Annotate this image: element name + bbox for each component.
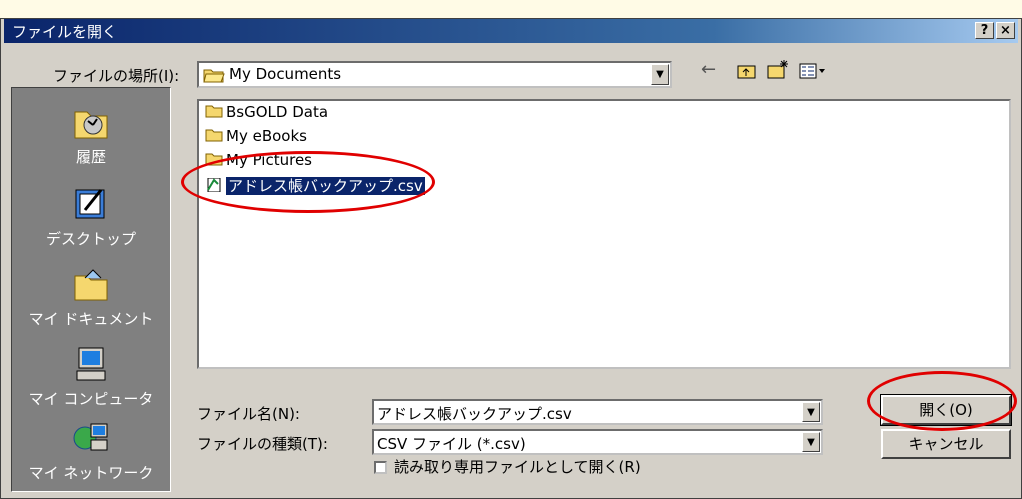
open-button[interactable]: 開く(O) <box>880 394 1012 426</box>
file-name: My Pictures <box>226 151 312 169</box>
place-my-documents-label: マイ ドキュメント <box>28 310 154 328</box>
place-my-computer[interactable]: マイ コンピュータ <box>12 344 170 409</box>
list-item[interactable]: BsGOLD Data <box>205 103 328 123</box>
chevron-down-icon[interactable]: ▼ <box>802 402 820 422</box>
file-name: BsGOLD Data <box>226 103 329 121</box>
chevron-down-icon[interactable]: ▼ <box>651 64 669 85</box>
my-network-icon <box>73 423 108 451</box>
open-file-dialog: ファイルを開く ? × ファイルの場所(I): My Documents ▼ ← <box>0 18 1022 499</box>
readonly-label: 読み取り専用ファイルとして開く(R) <box>394 458 641 476</box>
views-menu-icon[interactable] <box>799 63 827 80</box>
history-icon <box>74 111 108 139</box>
place-my-network-label: マイ ネットワーク <box>28 464 154 482</box>
place-my-computer-label: マイ コンピュータ <box>28 390 154 408</box>
place-my-network[interactable]: マイ ネットワーク <box>12 418 170 483</box>
filetype-label: ファイルの種類(T): <box>197 435 328 453</box>
filetype-select[interactable]: CSV ファイル (*.csv) ▼ <box>372 429 823 455</box>
folder-up-icon[interactable] <box>737 63 757 80</box>
background-strip <box>0 0 1022 18</box>
folder-icon <box>205 153 223 166</box>
chevron-down-icon[interactable]: ▼ <box>802 432 820 452</box>
place-history[interactable]: 履歴 <box>12 102 170 167</box>
lookin-label: ファイルの場所(I): <box>53 67 180 85</box>
lookin-combobox[interactable]: My Documents ▼ <box>197 61 672 88</box>
csv-file-icon <box>207 178 221 192</box>
folder-icon <box>205 105 223 118</box>
desktop-icon <box>75 189 105 219</box>
places-bar: 履歴 デスクトップ マイ ドキュメント マイ コンピュータ マイ ネットワーク <box>11 87 171 492</box>
list-item[interactable]: My eBooks <box>205 127 307 147</box>
file-name: アドレス帳バックアップ.csv <box>226 177 425 195</box>
window-title: ファイルを開く <box>12 23 118 41</box>
title-bar: ファイルを開く ? × <box>4 19 1018 43</box>
file-list[interactable]: BsGOLD Data My eBooks My Pictures アドレス帳バ… <box>197 99 1011 369</box>
close-button[interactable]: × <box>996 22 1015 39</box>
folder-icon <box>205 129 223 142</box>
filename-value: アドレス帳バックアップ.csv <box>377 405 572 423</box>
filename-input[interactable]: アドレス帳バックアップ.csv ▼ <box>372 399 823 425</box>
cancel-button[interactable]: キャンセル <box>881 429 1011 459</box>
file-name: My eBooks <box>226 127 307 145</box>
place-desktop[interactable]: デスクトップ <box>12 184 170 249</box>
place-my-documents[interactable]: マイ ドキュメント <box>12 264 170 329</box>
open-folder-icon <box>203 69 225 83</box>
list-item[interactable]: My Pictures <box>205 151 312 171</box>
filetype-value: CSV ファイル (*.csv) <box>377 435 526 453</box>
place-history-label: 履歴 <box>75 148 106 166</box>
filename-label: ファイル名(N): <box>197 405 300 423</box>
help-button[interactable]: ? <box>975 22 994 39</box>
my-computer-icon <box>76 347 106 381</box>
readonly-checkbox[interactable] <box>374 461 387 474</box>
list-item-selected[interactable]: アドレス帳バックアップ.csv <box>205 175 425 195</box>
my-documents-icon <box>74 269 108 301</box>
back-icon[interactable]: ← <box>701 59 716 80</box>
lookin-value: My Documents <box>229 65 342 83</box>
place-desktop-label: デスクトップ <box>45 230 136 248</box>
new-folder-icon[interactable] <box>767 59 789 80</box>
